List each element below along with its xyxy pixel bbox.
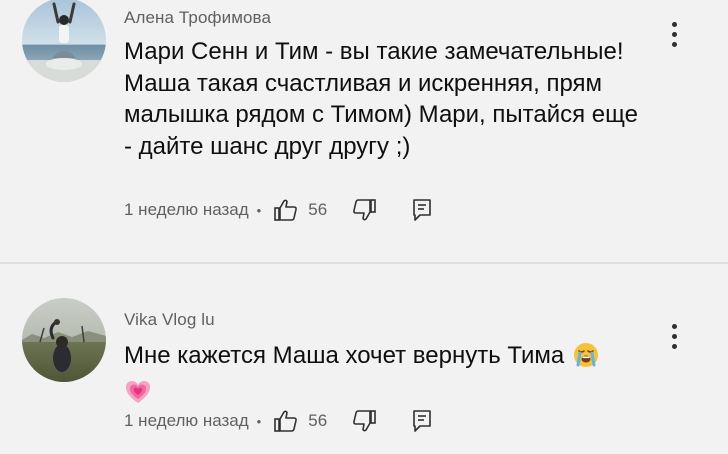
menu-dot xyxy=(671,31,677,37)
comment-actions: 1 неделю назад • 56 xyxy=(124,197,433,223)
author-avatar[interactable] xyxy=(22,0,106,82)
separator-bullet: • xyxy=(256,202,262,218)
loudly-crying-face-emoji xyxy=(573,342,599,377)
thumbs-down-icon[interactable] xyxy=(351,198,377,222)
menu-dot xyxy=(671,343,677,349)
comment-author[interactable]: Vika Vlog lu xyxy=(124,310,215,330)
comment-text-content: Мне кажется Маша хочет вернуть Тима xyxy=(124,342,565,369)
avatar-photo xyxy=(22,298,106,382)
menu-dot xyxy=(671,333,677,339)
reply-icon[interactable] xyxy=(411,198,433,222)
comment-item: Алена Трофимова Мари Сенн и Тим - вы так… xyxy=(0,0,728,262)
avatar-photo xyxy=(22,0,106,82)
like-count: 56 xyxy=(308,411,328,430)
like-count: 56 xyxy=(308,200,328,219)
author-avatar[interactable] xyxy=(22,298,106,382)
reply-icon[interactable] xyxy=(411,409,433,433)
menu-dot xyxy=(671,323,677,329)
thumbs-up-icon[interactable] xyxy=(273,198,299,222)
more-vert-icon[interactable] xyxy=(664,318,684,354)
comment-text-content: Мари Сенн и Тим - вы такие замечательные… xyxy=(124,38,638,160)
comment-author[interactable]: Алена Трофимова xyxy=(124,8,271,28)
thumbs-up-icon[interactable] xyxy=(273,409,299,433)
comment-timestamp[interactable]: 1 неделю назад xyxy=(124,200,249,220)
comment-timestamp[interactable]: 1 неделю назад xyxy=(124,411,249,431)
more-vert-icon[interactable] xyxy=(664,16,684,52)
comment-text: Мари Сенн и Тим - вы такие замечательные… xyxy=(124,36,644,162)
thumbs-down-icon[interactable] xyxy=(351,409,377,433)
menu-dot xyxy=(671,41,677,47)
comment-text: Мне кажется Маша хочет вернуть Тима xyxy=(124,340,644,413)
separator-bullet: • xyxy=(256,413,262,429)
comment-actions: 1 неделю назад • 56 xyxy=(124,408,433,434)
menu-dot xyxy=(671,21,677,27)
